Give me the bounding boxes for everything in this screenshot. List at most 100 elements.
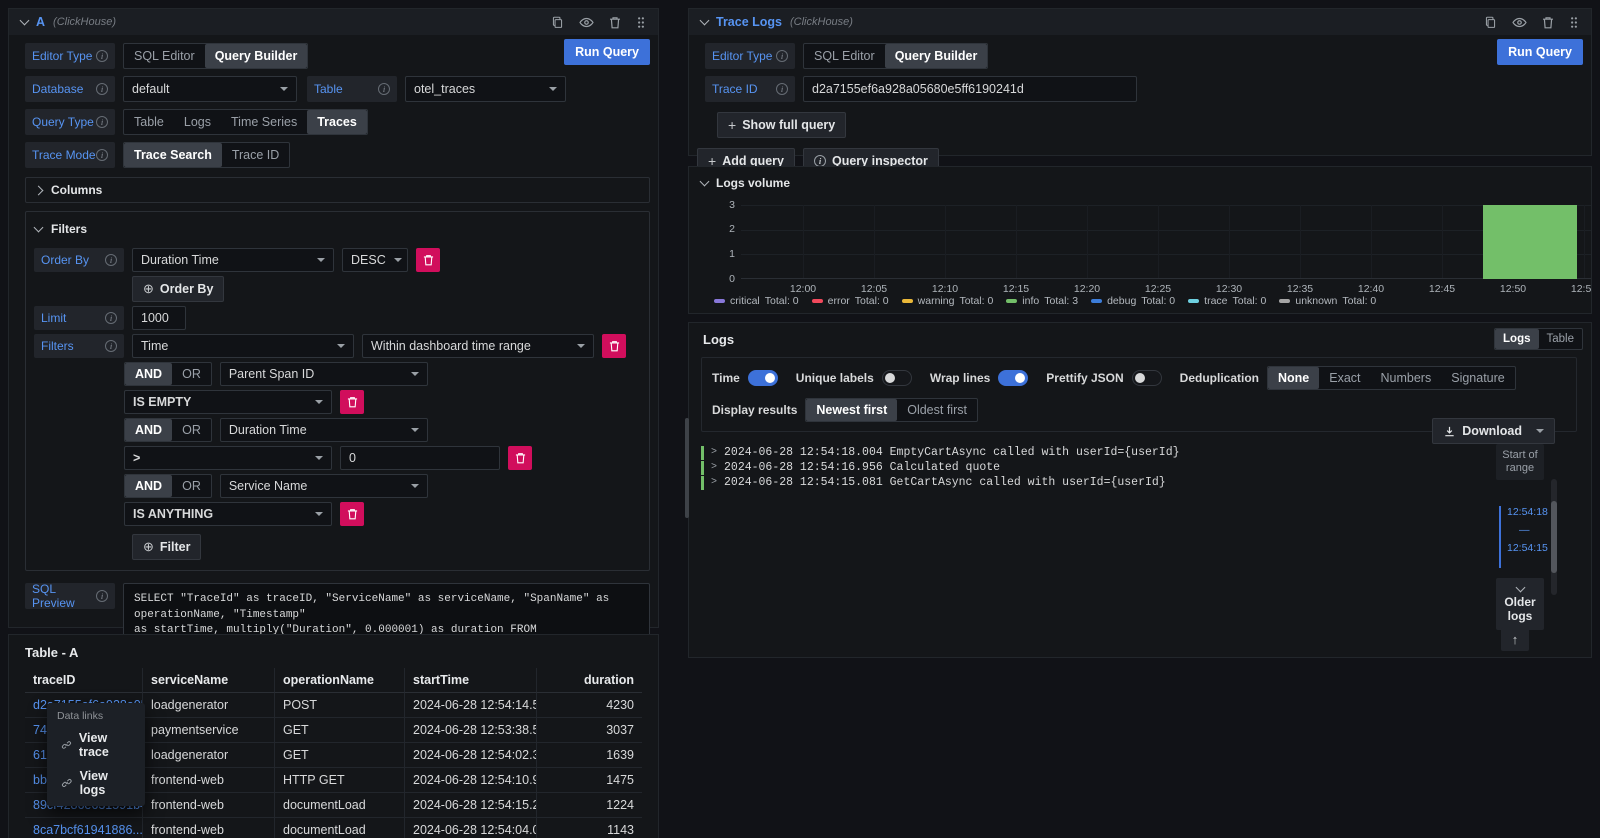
- condition-value-input[interactable]: 0: [340, 446, 500, 470]
- condition-field-select[interactable]: Duration Time: [220, 418, 428, 442]
- column-header[interactable]: duration: [537, 668, 642, 693]
- unique-labels-toggle[interactable]: [882, 370, 912, 386]
- download-button[interactable]: Download: [1432, 418, 1555, 444]
- condition-operator-select[interactable]: IS EMPTY: [124, 390, 332, 414]
- section-scrollbar[interactable]: [685, 418, 689, 518]
- legend-item[interactable]: infoTotal: 3: [1006, 295, 1078, 307]
- info-logs-bar[interactable]: [1483, 205, 1577, 279]
- option-newest-first[interactable]: Newest first: [806, 399, 897, 421]
- trace-id-link[interactable]: 8ca7bcf61941886...: [25, 818, 143, 838]
- remove-condition-button[interactable]: [340, 390, 364, 414]
- option-or[interactable]: OR: [172, 475, 211, 497]
- tab-logs[interactable]: Logs: [1495, 329, 1538, 349]
- columns-section-toggle[interactable]: Columns: [25, 177, 650, 203]
- legend-item[interactable]: warningTotal: 0: [902, 295, 994, 307]
- wrap-lines-toggle[interactable]: [998, 370, 1028, 386]
- info-icon[interactable]: i: [105, 340, 117, 352]
- column-header[interactable]: startTime: [405, 668, 537, 693]
- logs-volume-chart[interactable]: [741, 205, 1591, 279]
- filters-section-toggle[interactable]: Filters: [35, 222, 641, 236]
- option-trace-id[interactable]: Trace ID: [222, 143, 289, 167]
- prettify-json-toggle[interactable]: [1132, 370, 1162, 386]
- view-trace-menu-item[interactable]: View trace: [47, 726, 145, 764]
- option-exact[interactable]: Exact: [1319, 367, 1370, 389]
- option-signature[interactable]: Signature: [1441, 367, 1515, 389]
- info-icon[interactable]: i: [96, 50, 108, 62]
- remove-order-by-button[interactable]: [416, 248, 440, 272]
- visibility-icon[interactable]: [1512, 16, 1527, 29]
- option-sql-editor[interactable]: SQL Editor: [804, 44, 885, 68]
- expand-log-icon[interactable]: >: [711, 461, 717, 475]
- column-header[interactable]: serviceName: [143, 668, 275, 693]
- option-sql-editor[interactable]: SQL Editor: [124, 44, 205, 68]
- table-select[interactable]: otel_traces: [405, 76, 566, 102]
- trace-id-input[interactable]: d2a7155ef6a928a05680e5ff6190241d: [803, 76, 1137, 102]
- option-query-builder[interactable]: Query Builder: [205, 44, 308, 68]
- legend-item[interactable]: traceTotal: 0: [1188, 295, 1266, 307]
- log-row[interactable]: > 2024-06-28 12:54:15.081 GetCartAsync c…: [701, 476, 1180, 490]
- info-icon[interactable]: i: [378, 83, 390, 95]
- log-time-range[interactable]: 12:54:18 — 12:54:15: [1499, 506, 1546, 568]
- database-select[interactable]: default: [123, 76, 297, 102]
- option-query-builder[interactable]: Query Builder: [885, 44, 988, 68]
- option-and[interactable]: AND: [125, 419, 172, 441]
- add-order-by-button[interactable]: ⊕Order By: [132, 276, 224, 302]
- visibility-icon[interactable]: [579, 16, 594, 29]
- option-or[interactable]: OR: [172, 419, 211, 441]
- option-and[interactable]: AND: [125, 475, 172, 497]
- delete-icon[interactable]: [1542, 16, 1554, 29]
- option-logs[interactable]: Logs: [174, 110, 221, 134]
- delete-icon[interactable]: [609, 16, 621, 29]
- option-trace-search[interactable]: Trace Search: [124, 143, 222, 167]
- remove-condition-button[interactable]: [340, 502, 364, 526]
- panel-a-header[interactable]: A (ClickHouse): [9, 9, 658, 35]
- condition-operator-select[interactable]: IS ANYTHING: [124, 502, 332, 526]
- scroll-to-top-button[interactable]: ↑: [1501, 627, 1529, 651]
- remove-filter-button[interactable]: [602, 334, 626, 358]
- show-full-query-button[interactable]: +Show full query: [717, 112, 846, 138]
- log-row[interactable]: > 2024-06-28 12:54:16.956 Calculated quo…: [701, 461, 1180, 475]
- info-icon[interactable]: i: [96, 149, 108, 161]
- tab-table[interactable]: Table: [1539, 329, 1583, 349]
- expand-log-icon[interactable]: >: [711, 446, 717, 460]
- drag-handle-icon[interactable]: [636, 16, 646, 29]
- order-by-direction-select[interactable]: DESC: [342, 248, 408, 272]
- option-oldest-first[interactable]: Oldest first: [897, 399, 977, 421]
- condition-operator-select[interactable]: >: [124, 446, 332, 470]
- option-table[interactable]: Table: [124, 110, 174, 134]
- scrollbar-thumb[interactable]: [1551, 501, 1557, 573]
- legend-item[interactable]: debugTotal: 0: [1091, 295, 1175, 307]
- expand-log-icon[interactable]: >: [711, 476, 717, 490]
- logs-scrollbar[interactable]: [1551, 479, 1557, 595]
- option-and[interactable]: AND: [125, 363, 172, 385]
- log-row[interactable]: > 2024-06-28 12:54:18.004 EmptyCartAsync…: [701, 446, 1180, 460]
- option-or[interactable]: OR: [172, 363, 211, 385]
- duplicate-icon[interactable]: [1484, 16, 1497, 29]
- legend-item[interactable]: criticalTotal: 0: [714, 295, 799, 307]
- info-icon[interactable]: i: [776, 83, 788, 95]
- column-header[interactable]: operationName: [275, 668, 405, 693]
- column-header[interactable]: traceID: [25, 668, 143, 693]
- collapse-icon[interactable]: [700, 15, 710, 25]
- option-traces[interactable]: Traces: [307, 110, 367, 134]
- older-logs-button[interactable]: Older logs: [1496, 578, 1544, 630]
- option-none[interactable]: None: [1268, 367, 1319, 389]
- drag-handle-icon[interactable]: [1569, 16, 1579, 29]
- collapse-icon[interactable]: [20, 15, 30, 25]
- option-time-series[interactable]: Time Series: [221, 110, 307, 134]
- option-numbers[interactable]: Numbers: [1371, 367, 1442, 389]
- info-icon[interactable]: i: [96, 83, 108, 95]
- view-logs-menu-item[interactable]: View logs: [47, 764, 145, 802]
- order-by-field-select[interactable]: Duration Time: [132, 248, 334, 272]
- info-icon[interactable]: i: [105, 254, 117, 266]
- panel-header[interactable]: Trace Logs (ClickHouse): [689, 9, 1591, 35]
- info-icon[interactable]: i: [96, 116, 108, 128]
- condition-field-select[interactable]: Service Name: [220, 474, 428, 498]
- add-filter-button[interactable]: ⊕Filter: [132, 534, 201, 560]
- logs-volume-toggle[interactable]: Logs volume: [689, 167, 1591, 190]
- filter-field-select[interactable]: Time: [132, 334, 354, 358]
- info-icon[interactable]: i: [96, 590, 108, 602]
- filter-value-select[interactable]: Within dashboard time range: [362, 334, 594, 358]
- legend-item[interactable]: errorTotal: 0: [812, 295, 889, 307]
- condition-field-select[interactable]: Parent Span ID: [220, 362, 428, 386]
